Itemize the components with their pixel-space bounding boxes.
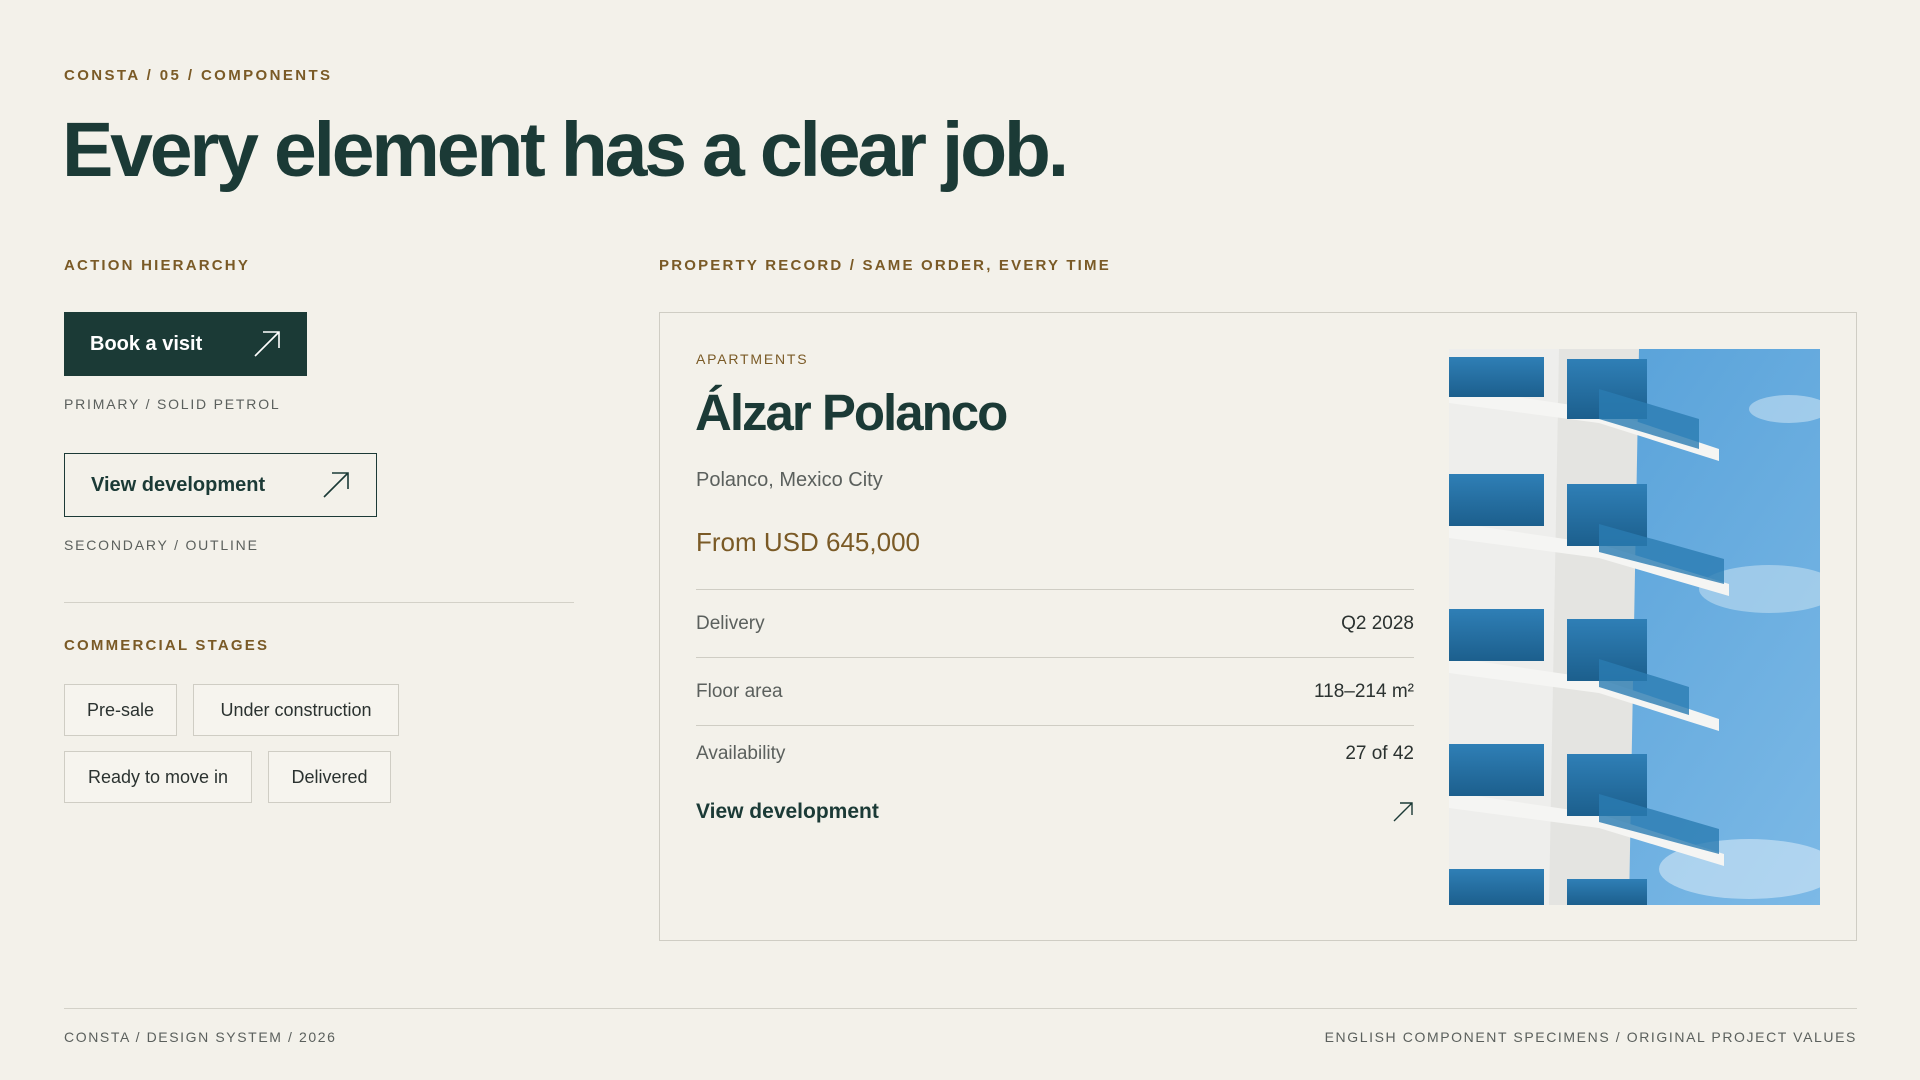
page-title: Every element has a clear job. bbox=[62, 107, 1069, 193]
property-name: Álzar Polanco bbox=[695, 384, 1008, 441]
stage-chip-ready-to-move-in[interactable]: Ready to move in bbox=[64, 751, 252, 803]
stage-chip-under-construction[interactable]: Under construction bbox=[193, 684, 399, 736]
secondary-button-caption: SECONDARY / OUTLINE bbox=[64, 537, 259, 553]
property-location: Polanco, Mexico City bbox=[696, 469, 883, 491]
footer-left: CONSTA / DESIGN SYSTEM / 2026 bbox=[64, 1029, 337, 1045]
spec-label: Floor area bbox=[696, 680, 783, 702]
stage-chip-pre-sale[interactable]: Pre-sale bbox=[64, 684, 177, 736]
view-development-link[interactable]: View development bbox=[696, 797, 1414, 827]
view-development-button[interactable]: View development bbox=[64, 453, 377, 517]
section-divider bbox=[64, 602, 574, 603]
spec-label: Availability bbox=[696, 742, 786, 764]
design-system-page: CONSTA / 05 / COMPONENTS Every element h… bbox=[0, 0, 1920, 1080]
stage-chip-delivered[interactable]: Delivered bbox=[268, 751, 391, 803]
arrow-up-right-icon bbox=[1393, 802, 1413, 822]
property-record-label: PROPERTY RECORD / SAME ORDER, EVERY TIME bbox=[659, 257, 1111, 274]
spec-row-delivery: Delivery Q2 2028 bbox=[696, 589, 1414, 657]
spec-value: Q2 2028 bbox=[1341, 612, 1414, 634]
spec-value: 118–214 m² bbox=[1314, 680, 1414, 702]
spec-value: 27 of 42 bbox=[1345, 742, 1414, 764]
building-facade-icon bbox=[1449, 349, 1820, 905]
book-visit-label: Book a visit bbox=[90, 332, 203, 355]
property-type: APARTMENTS bbox=[696, 351, 809, 367]
book-visit-button[interactable]: Book a visit bbox=[64, 312, 307, 376]
arrow-up-right-icon bbox=[254, 331, 280, 357]
spec-row-floor-area: Floor area 118–214 m² bbox=[696, 657, 1414, 725]
action-hierarchy-label: ACTION HIERARCHY bbox=[64, 257, 251, 274]
view-development-label: View development bbox=[91, 473, 266, 496]
commercial-stages-label: COMMERCIAL STAGES bbox=[64, 637, 270, 654]
view-development-link-label: View development bbox=[696, 800, 879, 823]
primary-button-caption: PRIMARY / SOLID PETROL bbox=[64, 396, 281, 412]
spec-row-availability: Availability 27 of 42 bbox=[696, 725, 1414, 781]
property-price: From USD 645,000 bbox=[696, 527, 920, 557]
property-photo bbox=[1449, 349, 1820, 905]
footer-right: ENGLISH COMPONENT SPECIMENS / ORIGINAL P… bbox=[1324, 1029, 1857, 1045]
footer-divider bbox=[64, 1008, 1857, 1009]
property-card: APARTMENTS Álzar Polanco Polanco, Mexico… bbox=[659, 312, 1857, 941]
spec-label: Delivery bbox=[696, 612, 765, 634]
page-eyebrow: CONSTA / 05 / COMPONENTS bbox=[64, 67, 333, 84]
arrow-up-right-icon bbox=[323, 472, 349, 498]
